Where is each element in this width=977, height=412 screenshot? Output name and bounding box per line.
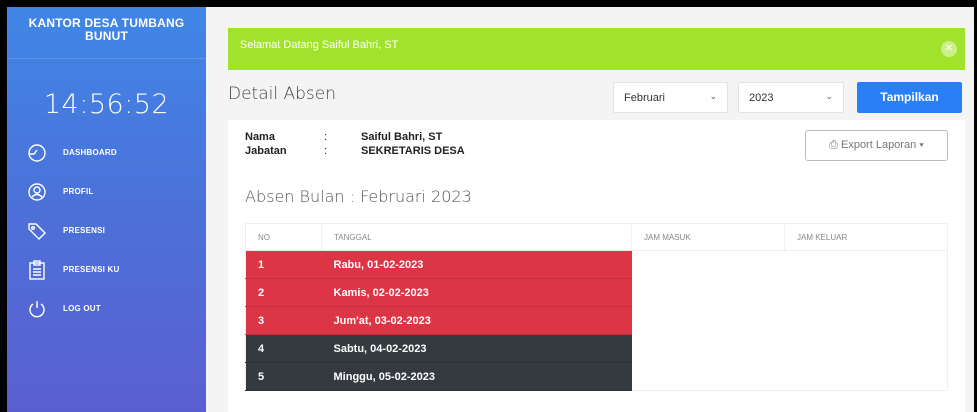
cell-no: 2: [245, 278, 322, 307]
nav-item-presensi-ku[interactable]: PRESENSI KU: [7, 250, 206, 289]
nav-item-dashboard[interactable]: DASHBOARD: [7, 133, 206, 172]
caret-down-icon: ▾: [919, 139, 924, 151]
printer-icon: ⎙: [829, 139, 838, 151]
cell-out: [784, 362, 948, 391]
table-row: 3 Jum'at, 03-02-2023: [245, 306, 948, 335]
clock: 14:56:52: [43, 89, 170, 120]
colon: :: [324, 145, 328, 157]
cell-date: Minggu, 05-02-2023: [321, 362, 632, 391]
cell-no: 4: [245, 334, 322, 363]
main-content: Selamat Datang Saiful Bahri, ST ✕ Detail…: [206, 7, 974, 412]
month-title: Absen Bulan : Februari 2023: [245, 187, 472, 206]
cell-date: Jum'at, 03-02-2023: [321, 306, 632, 335]
cell-date: Kamis, 02-02-2023: [321, 278, 632, 307]
chevron-down-icon: ⌄: [825, 91, 833, 101]
sidebar: KANTOR DESA TUMBANG BUNUT 14:56:52 DASHB…: [7, 7, 206, 412]
cell-no: 3: [245, 306, 322, 335]
nav-label: PRESENSI: [63, 226, 106, 235]
col-out: JAM KELUAR: [784, 223, 948, 251]
cell-no: 5: [245, 362, 322, 391]
table-row: 4 Sabtu, 04-02-2023: [245, 334, 948, 363]
brand-title: KANTOR DESA TUMBANG BUNUT: [7, 7, 206, 59]
user-icon: [28, 182, 46, 201]
tag-icon: [28, 222, 46, 240]
cell-date: Sabtu, 04-02-2023: [321, 334, 632, 363]
cell-in: [631, 306, 785, 335]
cell-in: [631, 278, 785, 307]
name-value: Saiful Bahri, ST: [361, 131, 443, 143]
cell-date: Rabu, 01-02-2023: [321, 250, 632, 279]
cell-out: [784, 278, 948, 307]
col-date: TANGGAL: [321, 223, 632, 251]
export-report-button[interactable]: ⎙ Export Laporan ▾: [805, 130, 948, 161]
power-icon: [29, 300, 45, 317]
year-select-value: 2023: [749, 92, 774, 104]
nav-label: LOG OUT: [63, 304, 101, 313]
cell-out: [784, 250, 948, 279]
attendance-table: NO TANGGAL JAM MASUK JAM KELUAR 1 Rabu, …: [245, 223, 948, 391]
chevron-down-icon: ⌄: [709, 91, 717, 101]
nav-label: DASHBOARD: [63, 148, 117, 157]
export-label: Export Laporan: [840, 139, 917, 151]
name-label: Nama: [245, 131, 275, 143]
nav-item-logout[interactable]: LOG OUT: [7, 289, 206, 328]
col-no: NO: [245, 223, 322, 251]
close-icon[interactable]: ✕: [941, 41, 957, 57]
cell-in: [631, 250, 785, 279]
nav-item-profil[interactable]: PROFIL: [7, 172, 206, 211]
clipboard-icon: [29, 259, 45, 280]
nav-label: PRESENSI KU: [63, 265, 120, 274]
position-value: SEKRETARIS DESA: [361, 145, 465, 157]
position-row: Jabatan : SEKRETARIS DESA: [245, 145, 465, 157]
col-in: JAM MASUK: [631, 223, 785, 251]
cell-out: [784, 334, 948, 363]
table-header-row: NO TANGGAL JAM MASUK JAM KELUAR: [245, 223, 948, 251]
year-select[interactable]: 2023 ⌄: [738, 82, 844, 113]
position-label: Jabatan: [245, 145, 287, 157]
attendance-card: Nama : Saiful Bahri, ST Jabatan : SEKRET…: [228, 120, 965, 412]
name-row: Nama : Saiful Bahri, ST: [245, 131, 442, 143]
alert-message: Selamat Datang Saiful Bahri, ST: [240, 39, 399, 51]
cell-out: [784, 306, 948, 335]
cell-in: [631, 362, 785, 391]
cell-no: 1: [245, 250, 322, 279]
nav-item-presensi[interactable]: PRESENSI: [7, 211, 206, 250]
app-frame: KANTOR DESA TUMBANG BUNUT 14:56:52 DASHB…: [7, 7, 974, 412]
gauge-icon: [28, 143, 46, 162]
welcome-alert: Selamat Datang Saiful Bahri, ST ✕: [228, 28, 965, 70]
month-select-value: Februari: [624, 92, 665, 104]
cell-in: [631, 334, 785, 363]
nav-label: PROFIL: [63, 187, 94, 196]
table-row: 2 Kamis, 02-02-2023: [245, 278, 948, 307]
month-select[interactable]: Februari ⌄: [613, 82, 728, 113]
show-button[interactable]: Tampilkan: [857, 82, 962, 113]
table-row: 5 Minggu, 05-02-2023: [245, 362, 948, 391]
colon: :: [324, 131, 328, 143]
page-title: Detail Absen: [228, 84, 336, 104]
table-row: 1 Rabu, 01-02-2023: [245, 250, 948, 279]
